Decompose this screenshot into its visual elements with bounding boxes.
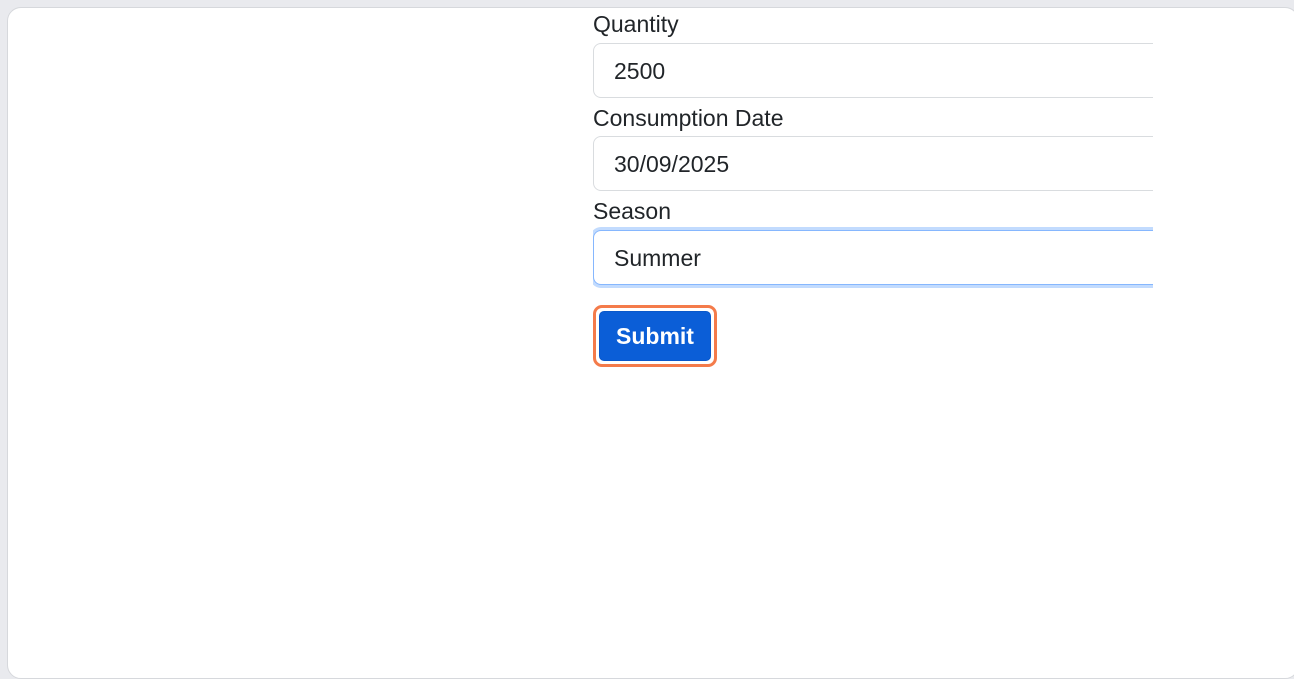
submit-button[interactable]: Submit: [599, 311, 711, 361]
season-input[interactable]: Summer: [593, 230, 1153, 285]
consumption-date-input[interactable]: 30/09/2025: [593, 136, 1153, 191]
quantity-input[interactable]: 2500: [593, 43, 1153, 98]
consumption-date-label: Consumption Date: [593, 105, 784, 131]
consumption-date-value: 30/09/2025: [614, 151, 730, 177]
season-label: Season: [593, 198, 672, 224]
season-value: Summer: [614, 245, 701, 271]
submit-highlight: Submit: [593, 305, 717, 367]
browser-viewport: Quantity 2500 Consumption Date 30/09/202…: [7, 7, 1294, 679]
quantity-label: Quantity: [593, 11, 679, 37]
consumption-form: Quantity 2500 Consumption Date 30/09/202…: [593, 8, 1153, 408]
quantity-value: 2500: [614, 58, 666, 84]
